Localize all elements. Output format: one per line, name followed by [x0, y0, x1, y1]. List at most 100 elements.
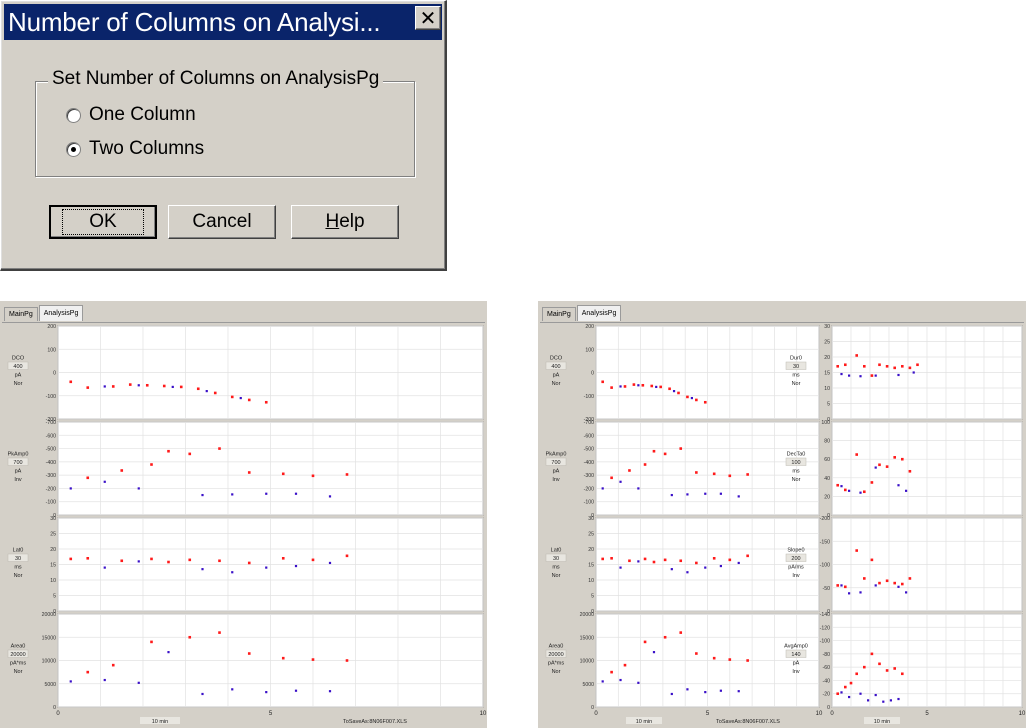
data-point-blue — [672, 390, 676, 393]
data-point-red — [145, 383, 149, 387]
radio-button-checked-icon[interactable] — [66, 141, 81, 157]
data-point-blue — [840, 372, 843, 376]
analysis-window-two-columns: MainPg AnalysisPg 200 100 0 -100 -200 DCO 400 p… — [538, 301, 1026, 728]
row-label: pA/ms — [788, 565, 804, 571]
data-point-blue — [328, 495, 332, 498]
y-tick-label: -100 — [584, 394, 594, 400]
data-point-blue — [69, 487, 72, 490]
data-point-red — [703, 400, 707, 404]
data-point-red — [120, 469, 124, 472]
data-point-red — [885, 669, 889, 672]
dialog-title: Number of Columns on Analysi... — [8, 6, 381, 37]
data-point-red — [863, 365, 866, 368]
radio-two-columns[interactable]: Two Columns — [66, 138, 204, 160]
time-scale-label: 10 min — [636, 719, 653, 725]
data-point-blue — [719, 564, 722, 568]
data-point-red — [610, 670, 613, 674]
analysis-plots: 2001000-100-200DCO400pANor-700-600-500-4… — [8, 324, 487, 725]
data-point-blue — [686, 688, 689, 691]
ok-button[interactable]: OK — [49, 205, 157, 239]
radio-one-column[interactable]: One Column — [66, 104, 196, 126]
help-button[interactable]: Help — [291, 205, 399, 239]
row-label: Area0 — [549, 644, 564, 650]
data-point-blue — [897, 585, 900, 588]
data-point-blue — [867, 699, 870, 702]
data-point-blue — [103, 678, 106, 682]
row-label: 700 — [13, 460, 22, 466]
y-tick-label: -600 — [46, 433, 56, 439]
data-point-red — [863, 665, 866, 669]
y-tick-label: -20 — [823, 692, 831, 698]
y-tick-label: -400 — [584, 460, 594, 466]
y-tick-label: 20 — [824, 355, 830, 361]
y-tick-label: 30 — [824, 324, 830, 330]
columns-dialog: Number of Columns on Analysi... ✕ Set Nu… — [0, 0, 447, 271]
row-label: Inv — [552, 477, 560, 483]
data-point-blue — [874, 374, 877, 377]
data-point-blue — [171, 385, 174, 389]
cancel-button[interactable]: Cancel — [168, 205, 276, 239]
data-point-blue — [737, 690, 740, 693]
dialog-titlebar[interactable]: Number of Columns on Analysi... — [4, 4, 442, 40]
data-point-blue — [601, 487, 604, 490]
data-point-red — [663, 635, 667, 639]
data-point-red — [281, 472, 285, 476]
data-point-red — [855, 453, 858, 456]
data-point-blue — [231, 493, 234, 496]
data-point-red — [632, 383, 636, 386]
data-point-blue — [231, 688, 234, 691]
data-point-red — [677, 391, 680, 395]
data-point-red — [247, 561, 251, 565]
data-point-red — [610, 386, 613, 389]
data-point-red — [844, 585, 847, 589]
data-point-red — [870, 652, 874, 656]
data-point-red — [844, 363, 847, 367]
data-point-blue — [905, 489, 908, 492]
row-label: Inv — [792, 669, 800, 675]
data-point-blue — [670, 493, 673, 497]
radio-button-icon[interactable] — [66, 107, 81, 123]
data-point-blue — [704, 691, 707, 694]
data-point-red — [230, 395, 234, 399]
row-label: AvgAmp0 — [784, 644, 808, 650]
close-icon[interactable]: ✕ — [415, 6, 441, 30]
y-tick-label: 100 — [821, 420, 830, 426]
data-point-blue — [637, 384, 640, 387]
data-point-red — [668, 387, 671, 391]
data-point-red — [695, 561, 698, 565]
row-label: PkAmp0 — [546, 452, 567, 458]
data-point-red — [893, 581, 896, 585]
data-point-blue — [201, 692, 204, 696]
data-point-red — [878, 363, 881, 367]
analysis-window-one-column: MainPg AnalysisPg 200 100 0 -100 -200 DCO 400 p… — [0, 301, 487, 728]
data-point-red — [643, 463, 647, 466]
data-point-blue — [231, 571, 234, 574]
data-point-red — [901, 457, 904, 461]
data-point-blue — [601, 680, 604, 683]
y-tick-label: 20000 — [42, 612, 57, 618]
y-tick-label: 200 — [585, 324, 594, 330]
data-point-red — [746, 554, 749, 558]
data-point-red — [893, 456, 896, 459]
data-point-red — [885, 579, 889, 583]
y-tick-label: 5 — [827, 402, 830, 408]
y-tick-label: 20000 — [580, 612, 595, 618]
data-point-red — [218, 559, 221, 563]
data-point-red — [196, 387, 200, 391]
y-tick-label: -400 — [46, 460, 56, 466]
y-tick-label: 0 — [53, 371, 56, 377]
ok-label: OK — [62, 209, 144, 235]
data-point-red — [663, 558, 667, 562]
data-point-red — [120, 559, 124, 563]
row-label: Inv — [14, 477, 22, 483]
row-label: 20000 — [548, 652, 563, 658]
row-label: pA — [15, 469, 22, 475]
data-point-red — [628, 559, 631, 563]
data-point-red — [179, 385, 183, 389]
data-point-blue — [737, 561, 740, 565]
row-label: PkAmp0 — [8, 452, 29, 458]
row-label: DecTa0 — [787, 452, 806, 458]
y-tick-label: -200 — [820, 516, 830, 522]
columns-groupbox: Set Number of Columns on AnalysisPg One … — [35, 68, 415, 177]
analysis-plots: 2001000-100-200DCO400pANor-700-600-500-4… — [546, 324, 1026, 725]
